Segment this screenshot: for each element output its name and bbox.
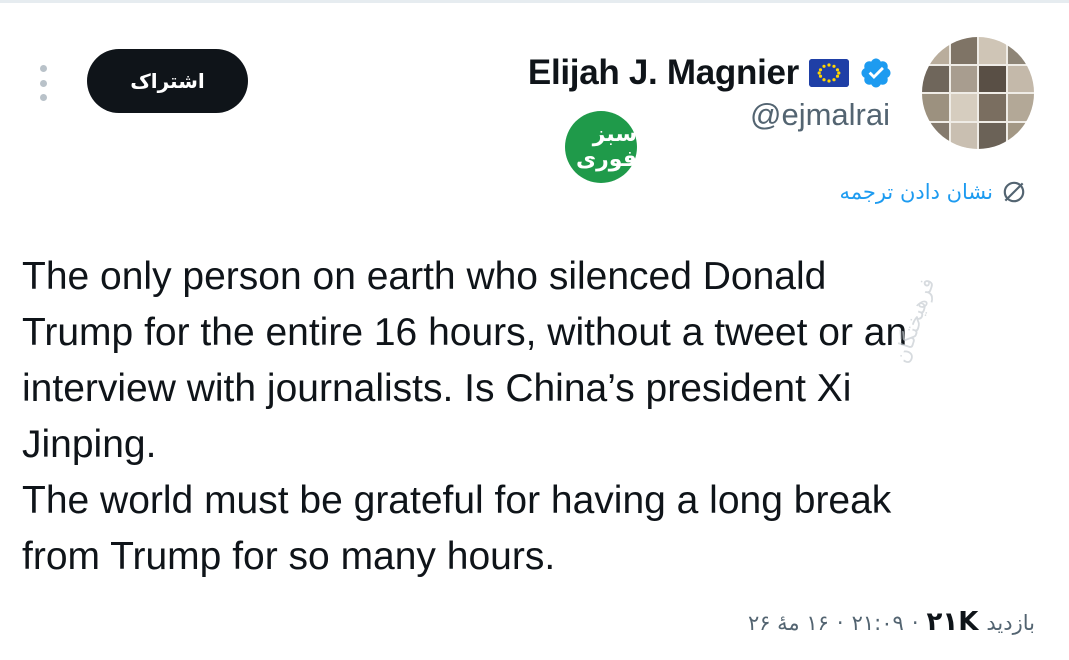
show-translation-link[interactable]: نشان دادن ترجمه [839,179,1027,205]
eu-flag-icon [809,59,849,87]
views-count[interactable]: ۲۱K [927,607,979,637]
watermark-logo: سبز فوری [565,111,637,183]
tweet-time[interactable]: ۲۱:۰۹ [852,611,904,635]
dot [39,65,47,72]
avatar[interactable] [922,37,1034,149]
author-name-row: Elijah J. Magnier [528,53,893,93]
globe-translate-icon [1003,181,1025,203]
dot [39,94,47,101]
tweet-meta: بازدید ۲۱K · ۲۱:۰۹ · ۱۶ مهٔ ۲۶ [748,607,1035,637]
tweet-text: The only person on earth who silenced Do… [22,255,908,578]
author-handle[interactable]: @ejmalrai [750,97,890,133]
avatar-collage [922,37,1034,149]
display-name[interactable]: Elijah J. Magnier [528,53,799,93]
dot [39,79,47,87]
meta-separator: · [911,611,919,635]
subscribe-button[interactable]: اشتراک [87,49,248,113]
tweet-card: اشتراک Elijah J. Magnier @ejmalrai سبز ف… [0,0,1069,660]
verified-badge-icon [861,58,891,88]
show-translation-label: نشان دادن ترجمه [839,180,993,204]
tweet-date[interactable]: ۱۶ مهٔ ۲۶ [748,611,829,635]
more-vertical-icon[interactable] [36,65,50,101]
meta-separator: · [836,611,844,635]
views-label: بازدید [986,611,1035,635]
